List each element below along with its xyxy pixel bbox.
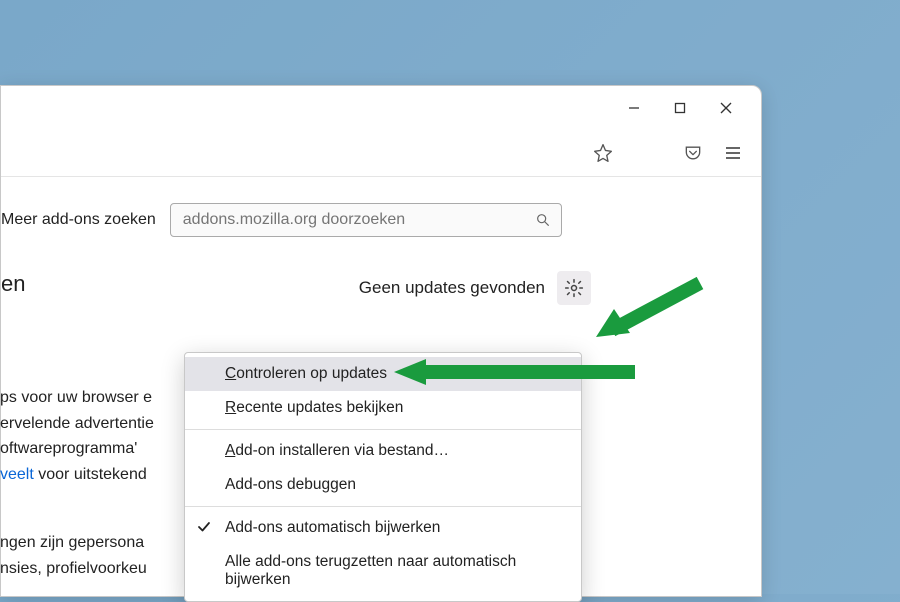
menu-auto-update[interactable]: Add-ons automatisch bijwerken [185,511,581,545]
addons-search-row: Meer add-ons zoeken [1,203,761,237]
pocket-icon [683,143,703,163]
description-paragraph-2: ngen zijn gepersona nsies, profielvoorke… [0,530,147,581]
menu-separator [185,429,581,430]
text-line: ngen zijn gepersona [0,530,147,556]
addons-settings-menu: Controleren op updates Recente updates b… [184,352,582,602]
search-label: Meer add-ons zoeken [1,211,156,229]
hamburger-icon [724,144,742,162]
menu-debug-addons[interactable]: Add-ons debuggen [185,468,581,502]
maximize-button[interactable] [657,92,703,124]
addons-settings-button[interactable] [557,271,591,305]
browser-toolbar [1,130,761,177]
window-titlebar [1,86,761,130]
menu-reset-auto-update[interactable]: Alle add-ons terugzetten naar automatisc… [185,545,581,597]
star-icon [593,143,613,163]
section-heading-fragment: en [1,271,25,297]
menu-separator [185,506,581,507]
hamburger-menu-button[interactable] [715,136,751,170]
menu-install-from-file[interactable]: Add-on installeren via bestand… [185,434,581,468]
check-icon [197,520,211,538]
close-icon [720,102,732,114]
update-status-text: Geen updates gevonden [359,278,545,298]
pocket-button[interactable] [675,136,711,170]
maximize-icon [674,102,686,114]
menu-recent-updates[interactable]: Recente updates bekijken [185,391,581,425]
text-line: nsies, profielvoorkeu [0,556,147,582]
bookmark-star-button[interactable] [585,136,621,170]
search-field[interactable] [181,210,505,230]
text-line: ervelende advertentie [0,411,154,437]
text-line: ps voor uw browser e [0,385,154,411]
close-button[interactable] [703,92,749,124]
annotation-arrow-gear [590,275,710,355]
text-line: veelt voor uitstekend [0,462,154,488]
gear-icon [564,278,584,298]
addons-search-input[interactable] [170,203,562,237]
annotation-arrow-menu-item [390,357,640,387]
recommendation-link[interactable]: veelt [0,466,34,483]
text-line: oftwareprogramma' [0,436,154,462]
search-icon [535,212,551,228]
minimize-button[interactable] [611,92,657,124]
minimize-icon [628,102,640,114]
description-paragraph-1: ps voor uw browser e ervelende advertent… [0,385,154,487]
